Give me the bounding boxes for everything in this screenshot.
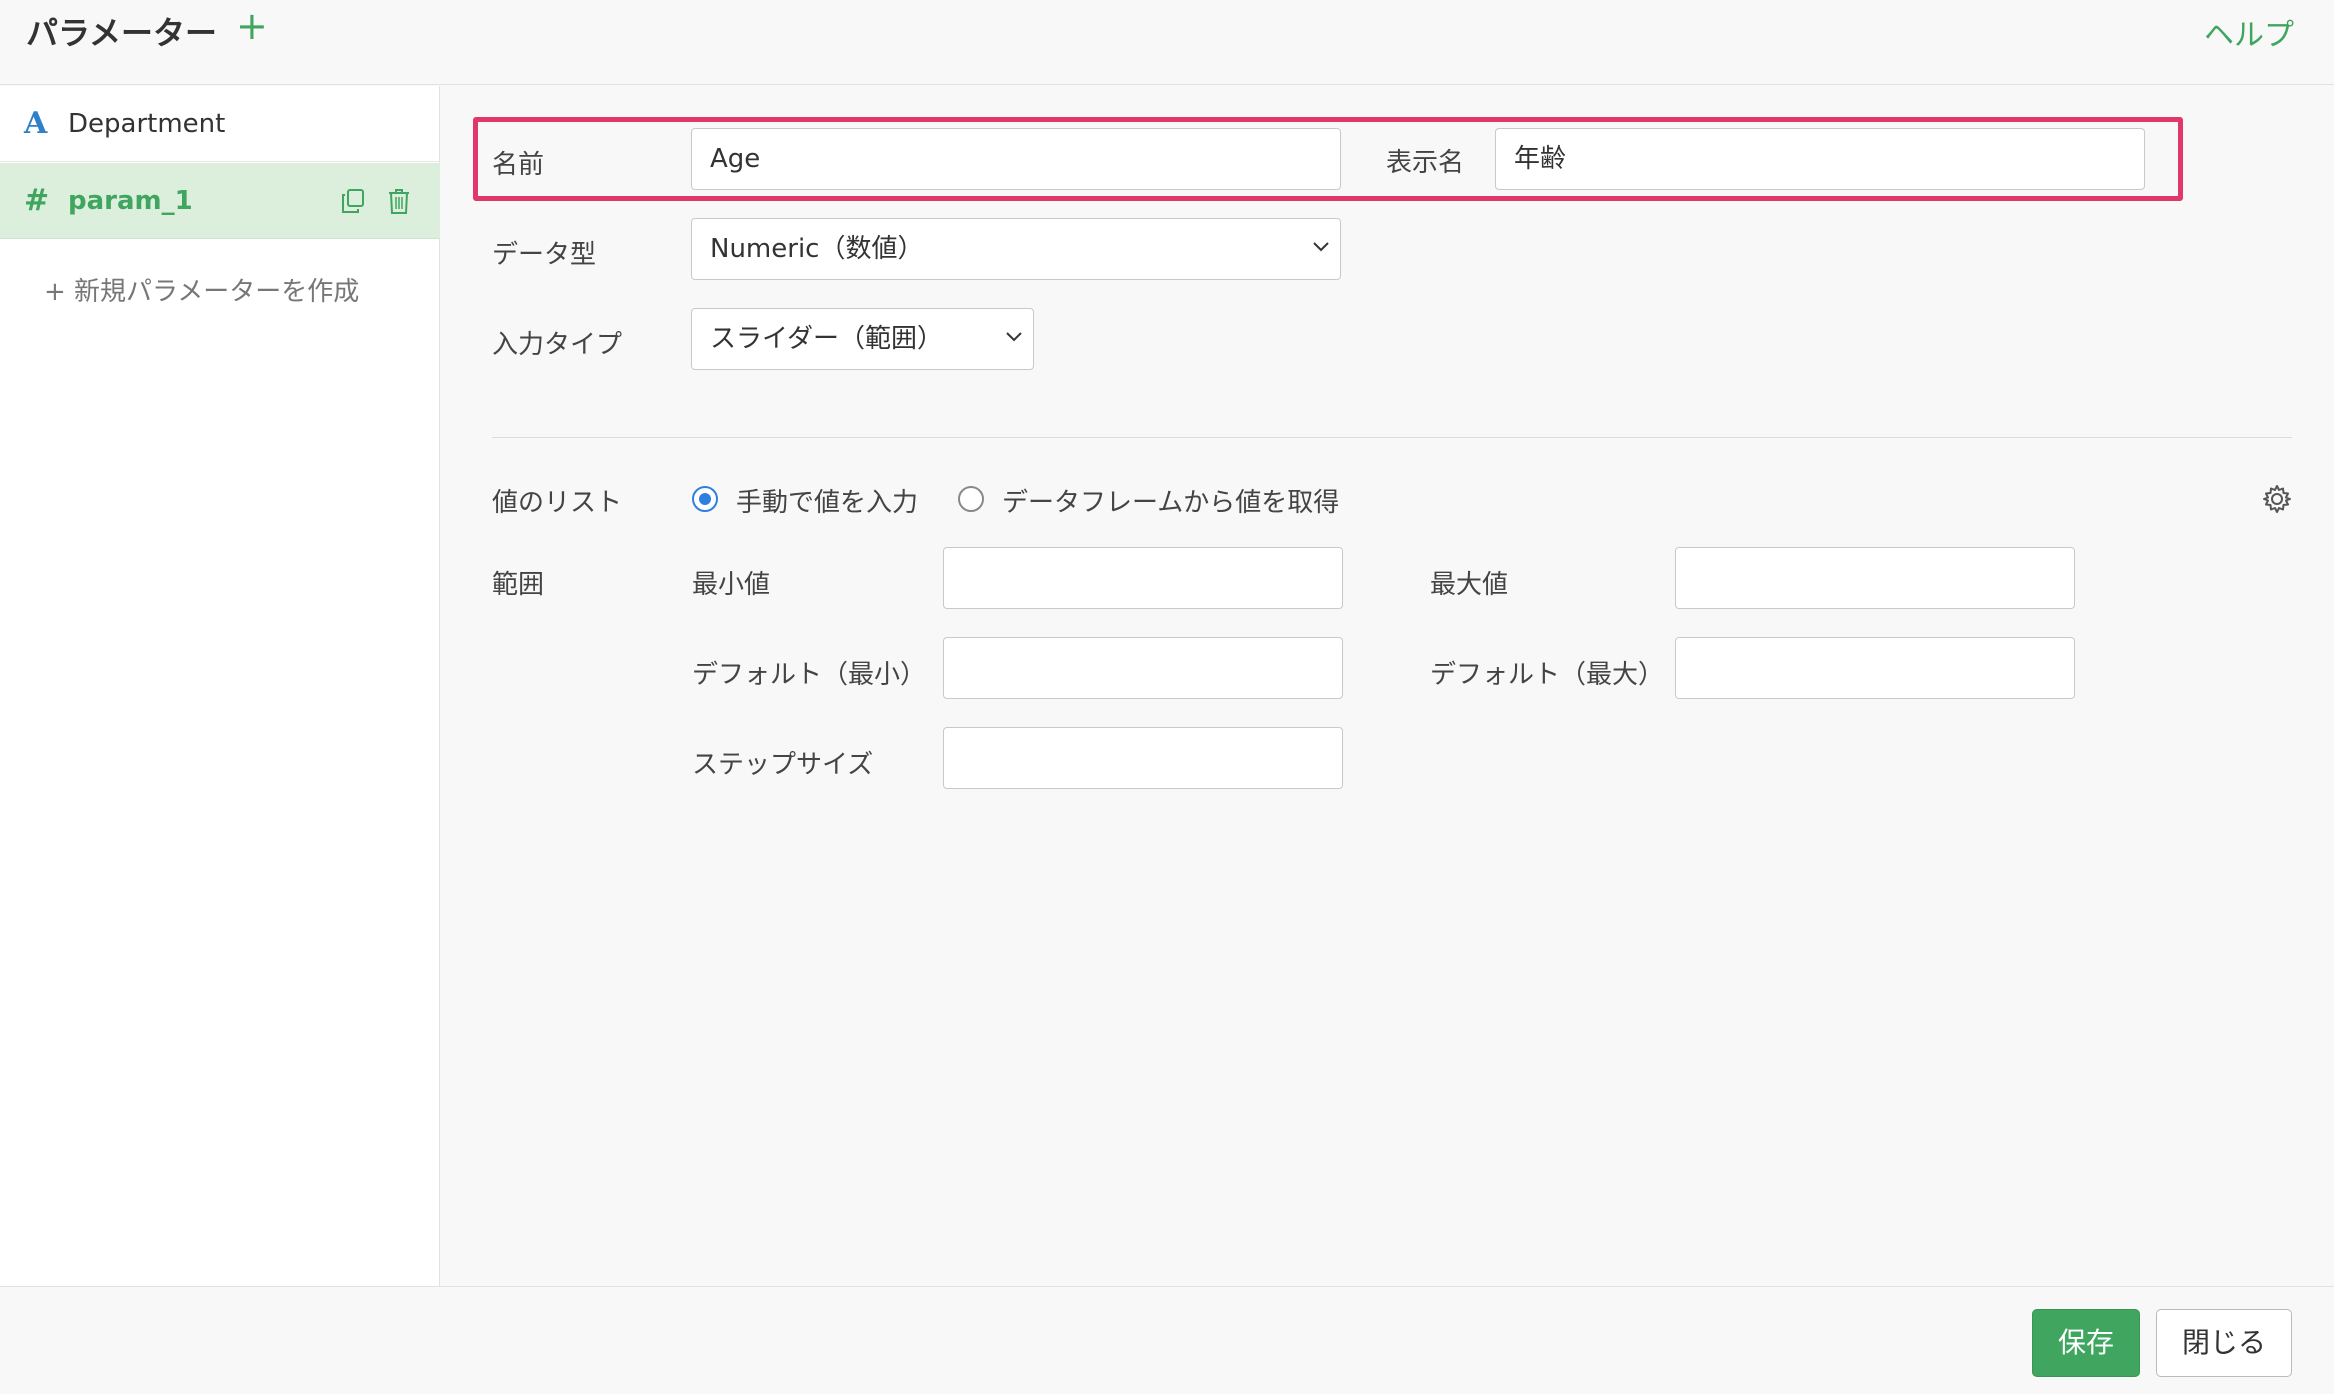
default-min-input[interactable] — [943, 637, 1343, 699]
radio-dataframe-input[interactable] — [958, 486, 984, 512]
gear-icon[interactable] — [2262, 484, 2292, 514]
default-min-label: デフォルト（最小） — [692, 660, 927, 690]
input-type-value: スライダー（範囲） — [710, 324, 943, 354]
display-name-input[interactable]: 年齢 — [1495, 128, 2145, 190]
radio-manual-input-label[interactable]: 手動で値を入力 — [736, 482, 918, 519]
sidebar-item-label: param_1 — [68, 185, 193, 216]
step-size-label: ステップサイズ — [692, 750, 874, 780]
radio-dataframe-input-label[interactable]: データフレームから値を取得 — [1002, 482, 1339, 519]
chevron-down-icon — [1313, 242, 1329, 252]
radio-manual-input[interactable] — [692, 486, 718, 512]
step-size-input[interactable] — [943, 727, 1343, 789]
copy-icon[interactable] — [342, 189, 364, 213]
data-type-label: データ型 — [492, 240, 597, 270]
range-label: 範囲 — [492, 570, 545, 600]
trash-icon[interactable] — [388, 188, 410, 214]
text-type-icon: A — [24, 106, 48, 141]
max-value-input[interactable] — [1675, 547, 2075, 609]
page-title: パラメーター — [26, 14, 218, 52]
min-label: 最小値 — [692, 570, 771, 600]
min-value-input[interactable] — [943, 547, 1343, 609]
display-name-label: 表示名 — [1386, 148, 1465, 178]
sidebar-item-department[interactable]: A Department — [0, 86, 440, 162]
numeric-type-icon: # — [24, 183, 50, 218]
value-list-label: 値のリスト — [492, 488, 623, 518]
help-link[interactable]: ヘルプ — [2204, 10, 2294, 54]
parameter-sidebar: A Department # param_1 + 新規パラメーターを作成 — [0, 86, 440, 1286]
input-type-label: 入力タイプ — [492, 330, 623, 360]
name-label: 名前 — [492, 150, 545, 180]
name-input[interactable]: Age — [691, 128, 1341, 190]
footer: 保存 閉じる — [0, 1286, 2334, 1394]
default-max-label: デフォルト（最大） — [1430, 660, 1665, 690]
section-divider — [492, 437, 2292, 438]
header: パラメーター + ヘルプ — [0, 0, 2334, 85]
save-button[interactable]: 保存 — [2032, 1309, 2140, 1377]
sidebar-item-param-1[interactable]: # param_1 — [0, 163, 440, 239]
data-type-value: Numeric（数値） — [710, 234, 924, 264]
add-parameter-icon[interactable]: + — [236, 4, 268, 48]
sidebar-item-label: Department — [68, 108, 226, 139]
close-button[interactable]: 閉じる — [2156, 1309, 2292, 1377]
chevron-down-icon — [1006, 332, 1022, 342]
default-max-input[interactable] — [1675, 637, 2075, 699]
input-type-select[interactable]: スライダー（範囲） — [691, 308, 1034, 370]
create-parameter-link[interactable]: + 新規パラメーターを作成 — [44, 271, 359, 308]
data-type-select[interactable]: Numeric（数値） — [691, 218, 1341, 280]
max-label: 最大値 — [1430, 570, 1509, 600]
